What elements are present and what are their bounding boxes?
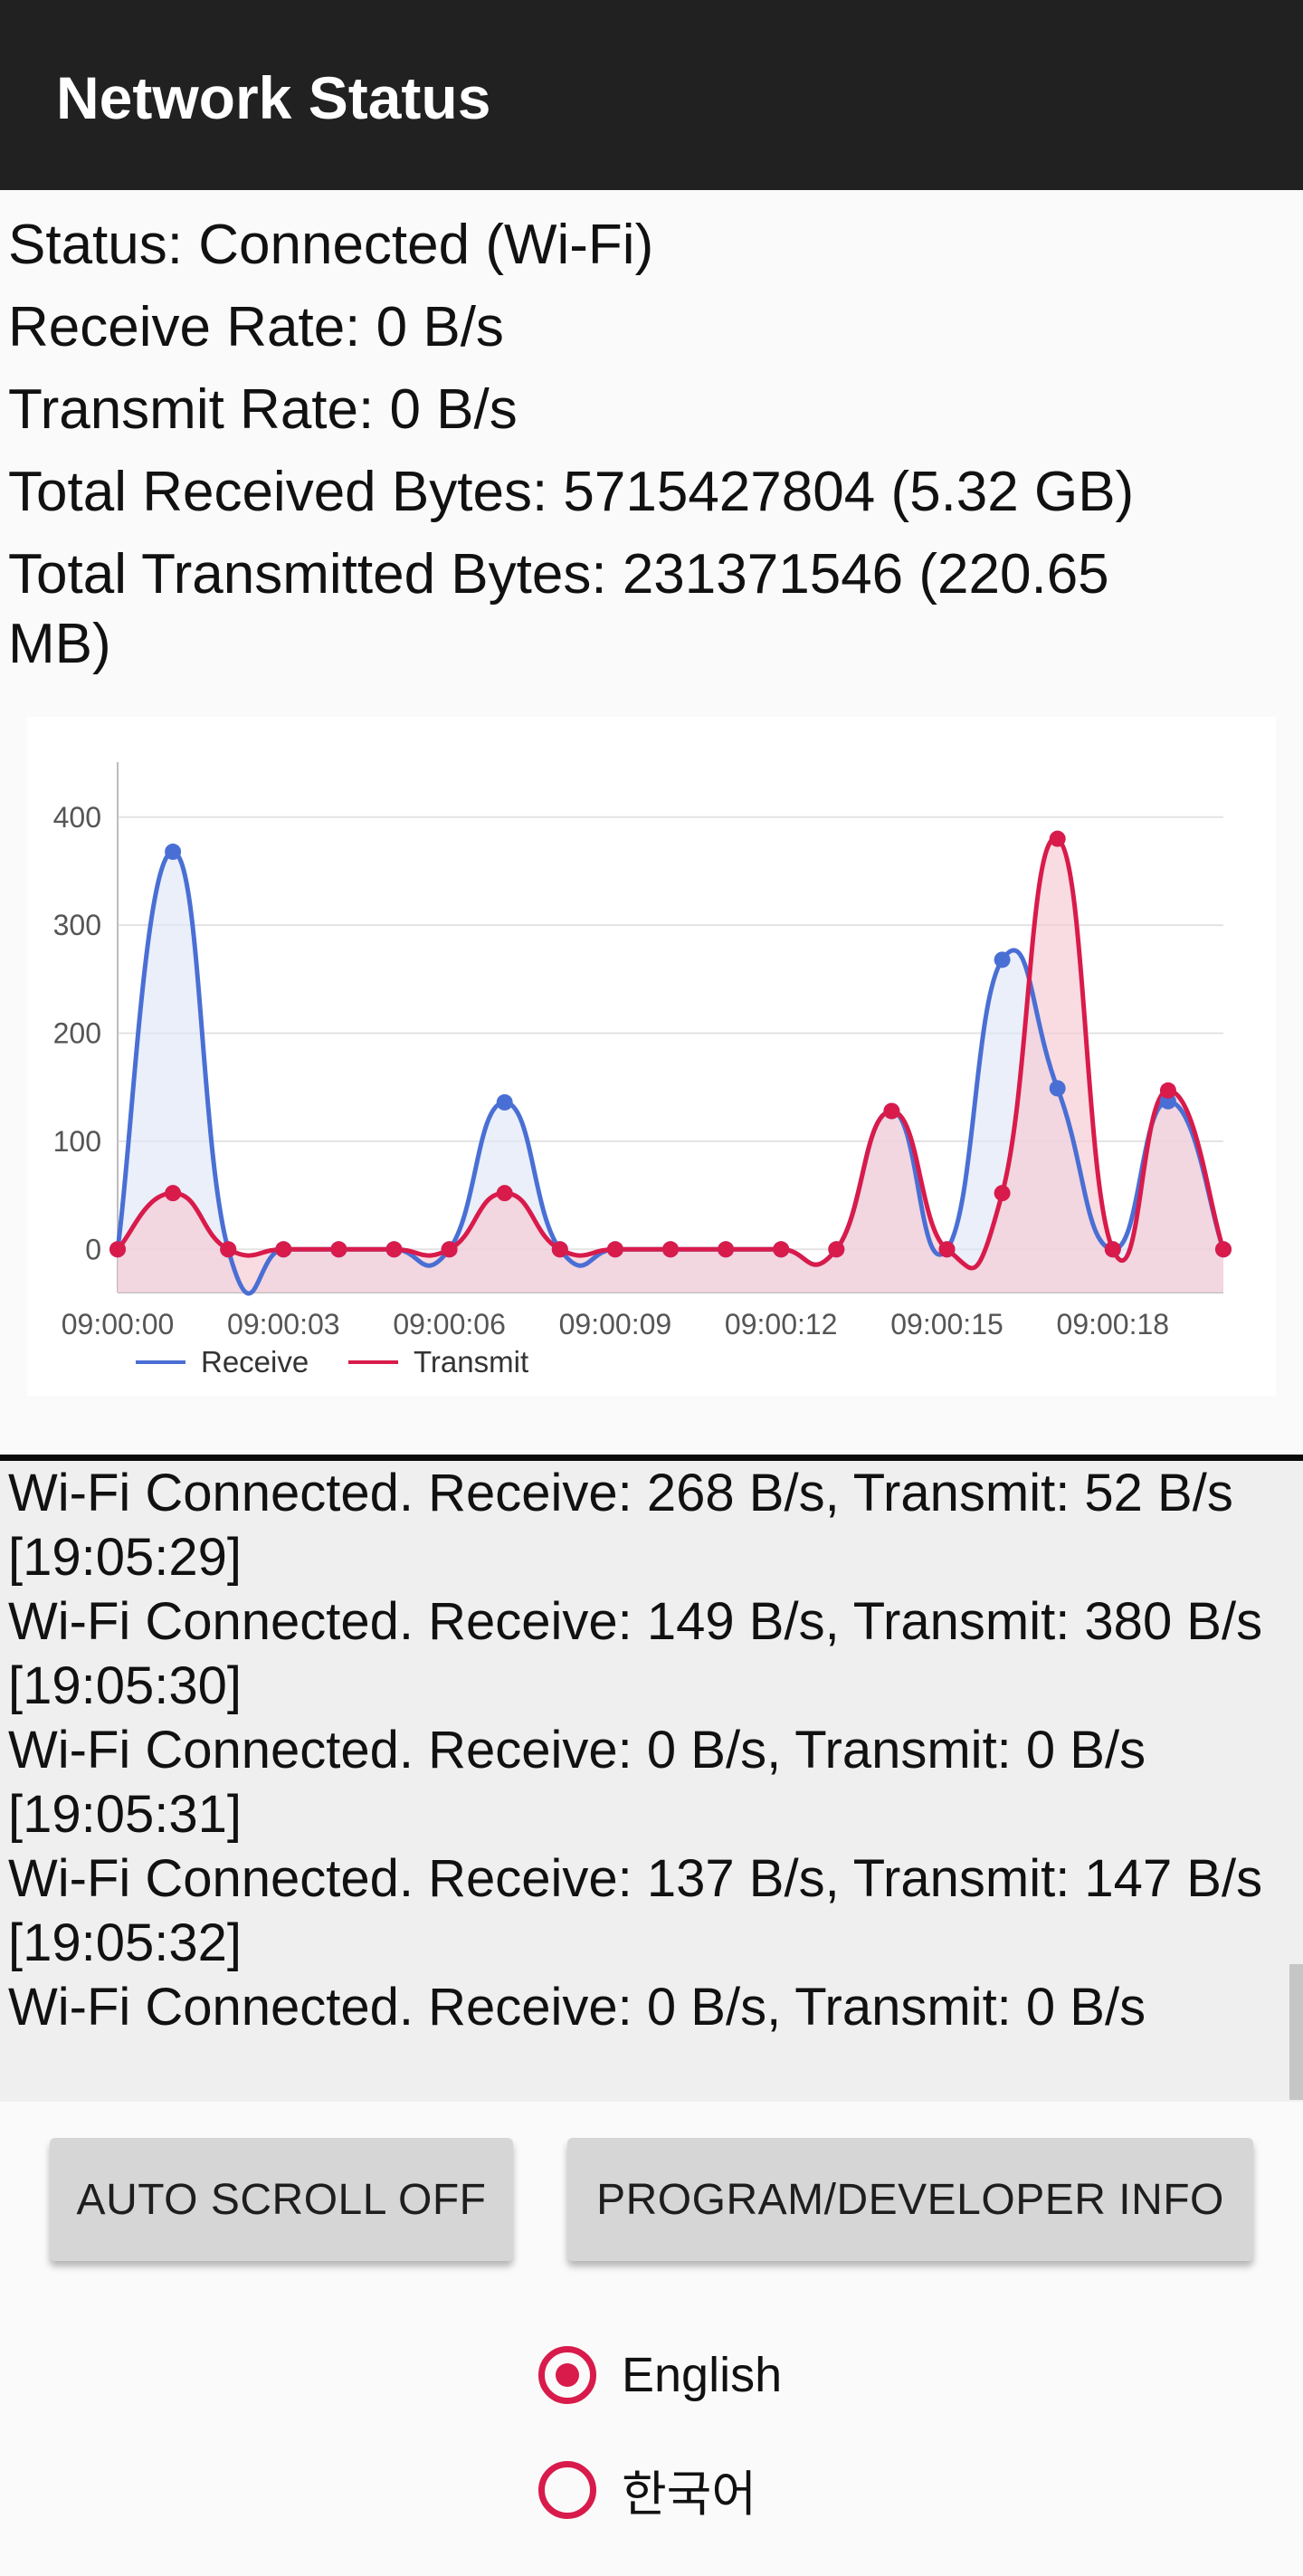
data-point-transmit (938, 1241, 956, 1258)
data-point-transmit (275, 1241, 292, 1258)
data-point-transmit (165, 1185, 182, 1202)
log-entry: Wi-Fi Connected. Receive: 268 B/s, Trans… (8, 1464, 1233, 1522)
data-point-transmit (1104, 1241, 1121, 1258)
y-tick-label: 400 (53, 801, 101, 834)
language-option-english[interactable]: English (538, 2346, 782, 2404)
language-label-english: English (622, 2348, 783, 2402)
total-transmitted-text: Total Transmitted Bytes: 231371546 (220.… (8, 543, 1109, 606)
x-tick-label: 09:00:03 (227, 1308, 340, 1340)
log-entry: Wi-Fi Connected. Receive: 149 B/s, Trans… (8, 1592, 1263, 1651)
data-point-transmit (883, 1102, 900, 1120)
total-transmitted-text-cont: MB) (8, 613, 111, 675)
log-entry: Wi-Fi Connected. Receive: 137 B/s, Trans… (8, 1849, 1263, 1908)
data-point-transmit (330, 1241, 347, 1258)
page-title: Network Status (56, 64, 491, 131)
y-tick-label: 200 (53, 1017, 101, 1050)
y-tick-label: 100 (53, 1125, 101, 1158)
data-point-transmit (1215, 1241, 1232, 1258)
status-text: Status: Connected (Wi-Fi) (8, 214, 654, 276)
language-label-korean: 한국어 (622, 2467, 757, 2522)
radio-selected-icon[interactable] (538, 2346, 596, 2404)
receive-rate-text: Receive Rate: 0 B/s (8, 296, 504, 358)
radio-unselected-icon[interactable] (538, 2460, 596, 2519)
data-point-transmit (1049, 830, 1066, 847)
data-point-transmit (220, 1241, 237, 1258)
data-point-transmit (496, 1185, 513, 1202)
data-point-receive (1049, 1080, 1066, 1097)
x-tick-label: 09:00:18 (1057, 1308, 1170, 1340)
log-timestamp: [19:05:32] (8, 1913, 242, 1972)
x-tick-label: 09:00:09 (559, 1308, 672, 1340)
data-point-receive (165, 844, 182, 861)
y-tick-label: 300 (53, 909, 101, 941)
data-point-transmit (994, 1185, 1011, 1202)
legend-label-receive: Receive (201, 1345, 309, 1379)
log-divider (0, 1455, 1303, 1461)
y-tick-label: 0 (85, 1233, 101, 1265)
data-point-transmit (662, 1241, 679, 1258)
developer-info-button[interactable]: PROGRAM/DEVELOPER INFO (567, 2138, 1253, 2261)
data-point-transmit (828, 1241, 845, 1258)
transmit-rate-text: Transmit Rate: 0 B/s (8, 378, 518, 441)
log-entry: Wi-Fi Connected. Receive: 0 B/s, Transmi… (8, 1978, 1146, 2037)
data-point-transmit (551, 1241, 568, 1258)
total-received-text: Total Received Bytes: 5715427804 (5.32 G… (8, 461, 1135, 523)
series-area-transmit (118, 838, 1223, 1293)
x-tick-label: 09:00:12 (725, 1308, 838, 1340)
data-point-receive (994, 951, 1011, 968)
x-tick-label: 09:00:00 (62, 1308, 175, 1340)
app-bar: Network Status (0, 0, 1303, 190)
log-scrollbar[interactable] (1289, 1964, 1303, 2100)
data-point-transmit (109, 1241, 126, 1258)
log-timestamp: [19:05:30] (8, 1656, 242, 1715)
language-option-korean[interactable]: 한국어 (538, 2454, 756, 2525)
log-entry: Wi-Fi Connected. Receive: 0 B/s, Transmi… (8, 1721, 1146, 1779)
legend-label-transmit: Transmit (414, 1345, 528, 1379)
traffic-chart-svg: 0 100 200 300 400 09:00:00 09:00:03 09:00:06 09:… (53, 762, 1232, 1379)
x-tick-label: 09:00:06 (393, 1308, 506, 1340)
data-point-transmit (773, 1241, 790, 1258)
log-panel[interactable]: Wi-Fi Connected. Receive: 268 B/s, Trans… (0, 1461, 1303, 2102)
log-timestamp: [19:05:29] (8, 1528, 242, 1587)
log-timestamp: [19:05:31] (8, 1785, 242, 1844)
data-point-transmit (718, 1241, 735, 1258)
data-point-transmit (441, 1241, 458, 1258)
auto-scroll-button[interactable]: AUTO SCROLL OFF (50, 2138, 513, 2261)
x-tick-label: 09:00:15 (890, 1308, 1003, 1340)
data-point-transmit (385, 1241, 403, 1258)
data-point-transmit (1159, 1082, 1176, 1099)
controls-panel: AUTO SCROLL OFF PROGRAM/DEVELOPER INFO E… (0, 2102, 1303, 2576)
traffic-chart: 0 100 200 300 400 09:00:00 09:00:03 09:00:06 09:… (27, 717, 1276, 1396)
data-point-transmit (606, 1241, 623, 1258)
data-point-receive (496, 1093, 513, 1111)
